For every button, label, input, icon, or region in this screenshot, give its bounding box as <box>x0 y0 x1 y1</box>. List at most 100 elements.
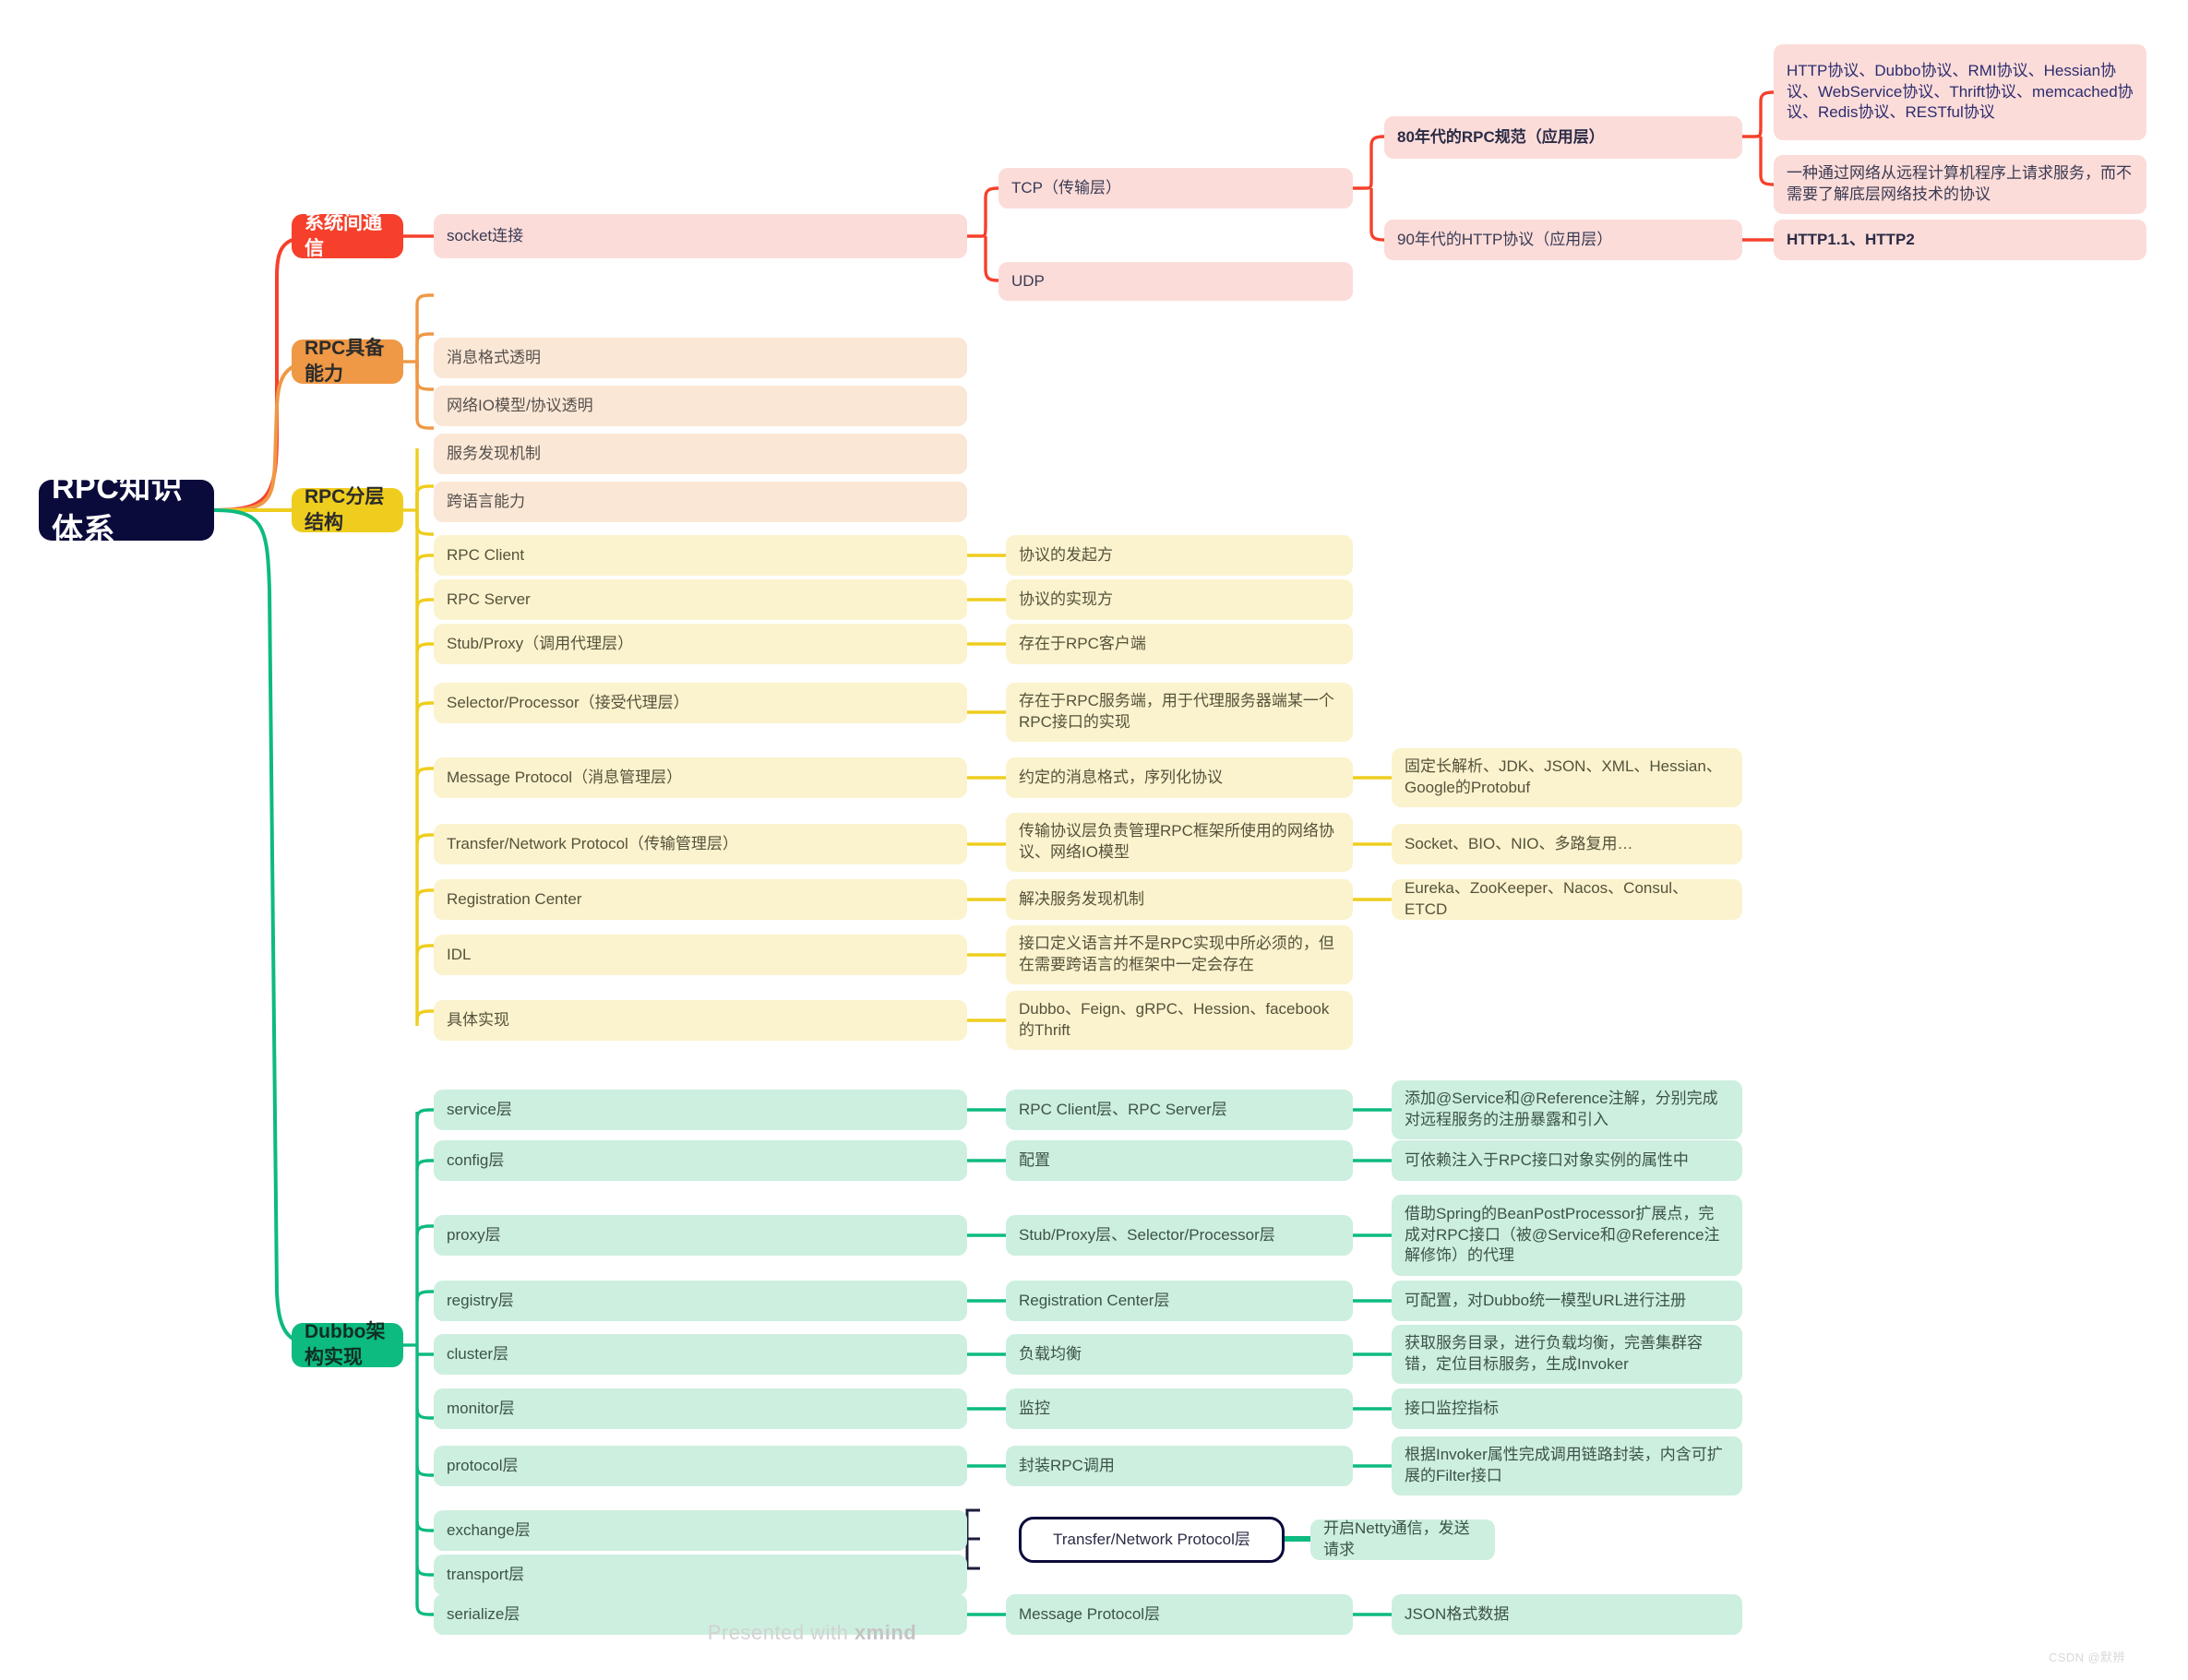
node-label: proxy层 <box>447 1225 501 1244</box>
node-label: 封装RPC调用 <box>1019 1456 1115 1474</box>
root-node[interactable]: RPC知识体系 <box>39 471 214 548</box>
node-protocol-list[interactable]: HTTP协议、Dubbo协议、RMI协议、Hessian协议、WebServic… <box>1774 44 2146 140</box>
node-rpc-definition[interactable]: 一种通过网络从远程计算机程序上请求服务，而不需要了解底层网络技术的协议 <box>1774 155 2146 214</box>
layer-detail[interactable]: Eureka、ZooKeeper、Nacos、Consul、ETCD <box>1392 879 1742 920</box>
dubbo-layer-description[interactable]: 可依赖注入于RPC接口对象实例的属性中 <box>1392 1140 1742 1181</box>
node-label: HTTP1.1、HTTP2 <box>1787 230 1915 248</box>
layer-description[interactable]: Dubbo、Feign、gRPC、Hession、facebook的Thrift <box>1006 991 1353 1050</box>
layer-description[interactable]: 解决服务发现机制 <box>1006 879 1353 920</box>
node-label: 可依赖注入于RPC接口对象实例的属性中 <box>1405 1150 1689 1169</box>
dubbo-layer-description[interactable]: 可配置，对Dubbo统一模型URL进行注册 <box>1392 1281 1742 1321</box>
dubbo-layer-description[interactable]: 获取服务目录，进行负载均衡，完善集群容错，定位目标服务，生成Invoker <box>1392 1325 1742 1384</box>
node-http-protocol-90s[interactable]: 90年代的HTTP协议（应用层） <box>1384 220 1742 260</box>
node-label: 接口监控指标 <box>1405 1399 1499 1417</box>
branch-node-dubbo-architecture[interactable]: Dubbo架构实现 <box>292 1321 403 1368</box>
node-capability[interactable]: 跨语言能力 <box>434 482 967 522</box>
node-label: 监控 <box>1019 1399 1050 1417</box>
node-label: 90年代的HTTP协议（应用层） <box>1397 230 1613 248</box>
layer-name[interactable]: Selector/Processor（接受代理层） <box>434 683 967 723</box>
layer-description[interactable]: 传输协议层负责管理RPC框架所使用的网络协议、网络IO模型 <box>1006 813 1353 872</box>
node-http-versions[interactable]: HTTP1.1、HTTP2 <box>1774 220 2146 260</box>
node-label: exchange层 <box>447 1520 531 1539</box>
node-label: 存在于RPC服务端，用于代理服务器端某一个RPC接口的实现 <box>1019 692 1334 731</box>
dubbo-layer-description[interactable]: JSON格式数据 <box>1392 1594 1742 1635</box>
xmind-watermark: Presented with xmind <box>646 1621 978 1645</box>
dubbo-layer-mapping[interactable]: Stub/Proxy层、Selector/Processor层 <box>1006 1215 1353 1256</box>
dubbo-layer-name[interactable]: proxy层 <box>434 1215 967 1256</box>
layer-name[interactable]: Stub/Proxy（调用代理层） <box>434 624 967 664</box>
dubbo-layer-name[interactable]: registry层 <box>434 1281 967 1321</box>
node-label: Transfer/Network Protocol（传输管理层） <box>447 834 738 852</box>
branch-node-systems-communication[interactable]: 系统间通信 <box>292 212 403 259</box>
csdn-watermark: CSDN @默辨 <box>2049 1650 2125 1664</box>
node-label: Transfer/Network Protocol层 <box>1053 1530 1250 1548</box>
layer-description[interactable]: 接口定义语言并不是RPC实现中所必须的，但在需要跨语言的框架中一定会存在 <box>1006 925 1353 984</box>
dubbo-layer-description[interactable]: 根据Invoker属性完成调用链路封装，内含可扩展的Filter接口 <box>1392 1436 1742 1495</box>
layer-name[interactable]: 具体实现 <box>434 1000 967 1041</box>
xmind-watermark-brand: xmind <box>854 1621 917 1644</box>
dubbo-grouped-mapping[interactable]: Transfer/Network Protocol层 <box>1019 1517 1285 1563</box>
dubbo-layer-name[interactable]: protocol层 <box>434 1446 967 1486</box>
node-label: 根据Invoker属性完成调用链路封装，内含可扩展的Filter接口 <box>1405 1446 1723 1484</box>
node-label: protocol层 <box>447 1456 519 1474</box>
node-label: Registration Center层 <box>1019 1291 1170 1309</box>
layer-detail[interactable]: 固定长解析、JDK、JSON、XML、Hessian、Google的Protob… <box>1392 748 1742 807</box>
node-capability[interactable]: 服务发现机制 <box>434 434 967 474</box>
layer-name[interactable]: Registration Center <box>434 879 967 920</box>
dubbo-layer-name[interactable]: transport层 <box>434 1555 967 1595</box>
layer-name[interactable]: RPC Server <box>434 579 967 620</box>
node-socket-connection[interactable]: socket连接 <box>434 214 967 258</box>
dubbo-layer-description[interactable]: 借助Spring的BeanPostProcessor扩展点，完成对RPC接口（被… <box>1392 1195 1742 1276</box>
node-label: 固定长解析、JDK、JSON、XML、Hessian、Google的Protob… <box>1405 757 1722 796</box>
dubbo-layer-name[interactable]: config层 <box>434 1140 967 1181</box>
dubbo-layer-description[interactable]: 添加@Service和@Reference注解，分别完成对远程服务的注册暴露和引… <box>1392 1080 1742 1139</box>
node-label: 负载均衡 <box>1019 1344 1082 1363</box>
node-label: Eureka、ZooKeeper、Nacos、Consul、ETCD <box>1405 879 1689 918</box>
dubbo-layer-name[interactable]: cluster层 <box>434 1334 967 1375</box>
node-udp[interactable]: UDP <box>998 262 1353 301</box>
dubbo-layer-mapping[interactable]: RPC Client层、RPC Server层 <box>1006 1090 1353 1130</box>
dubbo-layer-mapping[interactable]: 负载均衡 <box>1006 1334 1353 1375</box>
dubbo-layer-mapping[interactable]: 监控 <box>1006 1388 1353 1429</box>
branch-label: RPC分层结构 <box>305 485 385 533</box>
node-rpc-spec-80s[interactable]: 80年代的RPC规范（应用层） <box>1384 116 1742 159</box>
node-tcp[interactable]: TCP（传输层） <box>998 168 1353 209</box>
dubbo-grouped-description[interactable]: 开启Netty通信，发送请求 <box>1310 1519 1495 1560</box>
node-label: 网络IO模型/协议透明 <box>447 396 593 414</box>
node-label: 可配置，对Dubbo统一模型URL进行注册 <box>1405 1291 1687 1309</box>
layer-description[interactable]: 存在于RPC服务端，用于代理服务器端某一个RPC接口的实现 <box>1006 683 1353 742</box>
dubbo-layer-name[interactable]: exchange层 <box>434 1510 967 1551</box>
layer-name[interactable]: RPC Client <box>434 535 967 576</box>
node-label: 开启Netty通信，发送请求 <box>1323 1519 1470 1558</box>
layer-name[interactable]: Transfer/Network Protocol（传输管理层） <box>434 824 967 864</box>
layer-name[interactable]: IDL <box>434 935 967 975</box>
dubbo-layer-name[interactable]: service层 <box>434 1090 967 1130</box>
node-label: 借助Spring的BeanPostProcessor扩展点，完成对RPC接口（被… <box>1405 1204 1720 1265</box>
dubbo-layer-mapping[interactable]: 封装RPC调用 <box>1006 1446 1353 1486</box>
node-label: Dubbo、Feign、gRPC、Hession、facebook的Thrift <box>1019 1000 1330 1039</box>
node-label: monitor层 <box>447 1399 515 1417</box>
branch-node-rpc-layers[interactable]: RPC分层结构 <box>292 486 403 533</box>
dubbo-layer-name[interactable]: monitor层 <box>434 1388 967 1429</box>
node-label: 跨语言能力 <box>447 492 525 510</box>
dubbo-layer-mapping[interactable]: 配置 <box>1006 1140 1353 1181</box>
node-capability[interactable]: 消息格式透明 <box>434 338 967 378</box>
node-label: JSON格式数据 <box>1405 1604 1510 1623</box>
node-label: 获取服务目录，进行负载均衡，完善集群容错，定位目标服务，生成Invoker <box>1405 1334 1703 1373</box>
layer-description[interactable]: 约定的消息格式，序列化协议 <box>1006 757 1353 798</box>
branch-node-rpc-capabilities[interactable]: RPC具备能力 <box>292 338 403 385</box>
dubbo-layer-description[interactable]: 接口监控指标 <box>1392 1388 1742 1429</box>
dubbo-layer-mapping[interactable]: Registration Center层 <box>1006 1281 1353 1321</box>
layer-description[interactable]: 协议的实现方 <box>1006 579 1353 620</box>
node-label: serialize层 <box>447 1604 520 1623</box>
node-label: 协议的实现方 <box>1019 590 1113 608</box>
layer-description[interactable]: 协议的发起方 <box>1006 535 1353 576</box>
node-label: Message Protocol层 <box>1019 1604 1161 1623</box>
node-label: Registration Center <box>447 889 582 908</box>
layer-description[interactable]: 存在于RPC客户端 <box>1006 624 1353 664</box>
layer-detail[interactable]: Socket、BIO、NIO、多路复用… <box>1392 824 1742 864</box>
node-capability[interactable]: 网络IO模型/协议透明 <box>434 386 967 426</box>
layer-name[interactable]: Message Protocol（消息管理层） <box>434 757 967 798</box>
dubbo-layer-mapping[interactable]: Message Protocol层 <box>1006 1594 1353 1635</box>
node-label: service层 <box>447 1100 512 1118</box>
